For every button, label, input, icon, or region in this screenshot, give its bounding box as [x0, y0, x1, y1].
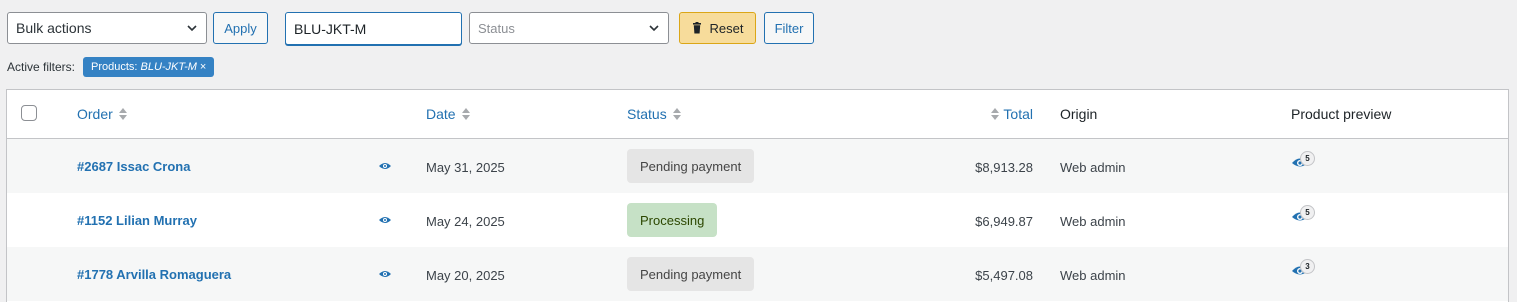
- eye-icon[interactable]: [378, 161, 392, 171]
- product-preview[interactable]: 5: [1291, 151, 1317, 177]
- order-total: $8,913.28: [975, 160, 1033, 175]
- sort-icon: [118, 108, 127, 120]
- toolbar: Bulk actions Apply BLU-JKT-M Status Rese…: [7, 12, 1507, 45]
- preview-count-badge: 5: [1300, 151, 1315, 166]
- apply-button[interactable]: Apply: [213, 12, 268, 44]
- select-all-checkbox[interactable]: [21, 105, 37, 121]
- column-date-label: Date: [426, 106, 456, 122]
- eye-icon[interactable]: [378, 215, 392, 225]
- order-date: May 20, 2025: [426, 268, 505, 283]
- status-select[interactable]: Status: [469, 12, 669, 44]
- order-link[interactable]: #2687 Issac Crona: [77, 159, 190, 174]
- table-row[interactable]: #1152 Lilian Murray May 24, 2025 Process…: [7, 193, 1508, 247]
- eye-icon[interactable]: [378, 269, 392, 279]
- order-link[interactable]: #1778 Arvilla Romaguera: [77, 267, 231, 282]
- chip-prefix: Products:: [91, 61, 138, 73]
- preview-count-badge: 3: [1300, 259, 1315, 274]
- status-placeholder: Status: [478, 20, 515, 36]
- table-header: Order Date Status Total Origin Product p…: [7, 90, 1508, 139]
- order-link[interactable]: #1152 Lilian Murray: [77, 213, 197, 228]
- order-date: May 31, 2025: [426, 160, 505, 175]
- column-origin-label: Origin: [1060, 106, 1098, 122]
- column-total[interactable]: Total: [991, 106, 1033, 122]
- product-search-value: BLU-JKT-M: [294, 20, 367, 37]
- order-date: May 24, 2025: [426, 214, 505, 229]
- bulk-actions-select[interactable]: Bulk actions: [7, 12, 207, 44]
- table-row[interactable]: #2687 Issac Crona May 31, 2025 Pending p…: [7, 139, 1508, 193]
- product-search-input[interactable]: BLU-JKT-M: [285, 12, 462, 45]
- column-order-label: Order: [77, 106, 113, 122]
- sort-icon: [461, 108, 470, 120]
- order-origin: Web admin: [1060, 214, 1126, 229]
- chevron-down-icon: [187, 25, 197, 32]
- column-origin: Origin: [1060, 106, 1097, 122]
- status-badge: Pending payment: [627, 257, 755, 291]
- filter-button[interactable]: Filter: [764, 12, 814, 44]
- table-row[interactable]: #1778 Arvilla Romaguera May 20, 2025 Pen…: [7, 247, 1508, 301]
- column-date[interactable]: Date: [426, 106, 470, 122]
- column-status[interactable]: Status: [627, 106, 681, 122]
- column-product-preview: Product preview: [1291, 106, 1391, 122]
- sort-icon: [672, 108, 681, 120]
- column-total-label: Total: [1003, 106, 1033, 122]
- chip-value: BLU-JKT-M: [140, 61, 197, 73]
- order-total: $5,497.08: [975, 268, 1033, 283]
- chevron-down-icon: [649, 25, 659, 32]
- reset-button[interactable]: Reset: [679, 12, 756, 44]
- reset-label: Reset: [709, 20, 744, 36]
- status-badge: Processing: [627, 203, 718, 237]
- column-product-preview-label: Product preview: [1291, 106, 1392, 122]
- order-origin: Web admin: [1060, 268, 1126, 283]
- order-origin: Web admin: [1060, 160, 1126, 175]
- preview-count-badge: 5: [1300, 205, 1315, 220]
- order-total: $6,949.87: [975, 214, 1033, 229]
- column-status-label: Status: [627, 106, 667, 122]
- chip-remove-icon[interactable]: ×: [200, 61, 206, 73]
- active-filters-label: Active filters:: [7, 60, 76, 74]
- sort-icon: [991, 108, 1000, 120]
- product-preview[interactable]: 3: [1291, 259, 1317, 285]
- trash-icon: [692, 22, 701, 34]
- column-order[interactable]: Order: [77, 106, 127, 122]
- active-filters: Active filters: Products: BLU-JKT-M ×: [7, 57, 215, 77]
- active-filter-chip[interactable]: Products: BLU-JKT-M ×: [83, 57, 215, 77]
- orders-table: Order Date Status Total Origin Product p…: [6, 89, 1509, 302]
- product-preview[interactable]: 5: [1291, 205, 1317, 231]
- status-badge: Pending payment: [627, 149, 755, 183]
- bulk-actions-label: Bulk actions: [16, 20, 92, 36]
